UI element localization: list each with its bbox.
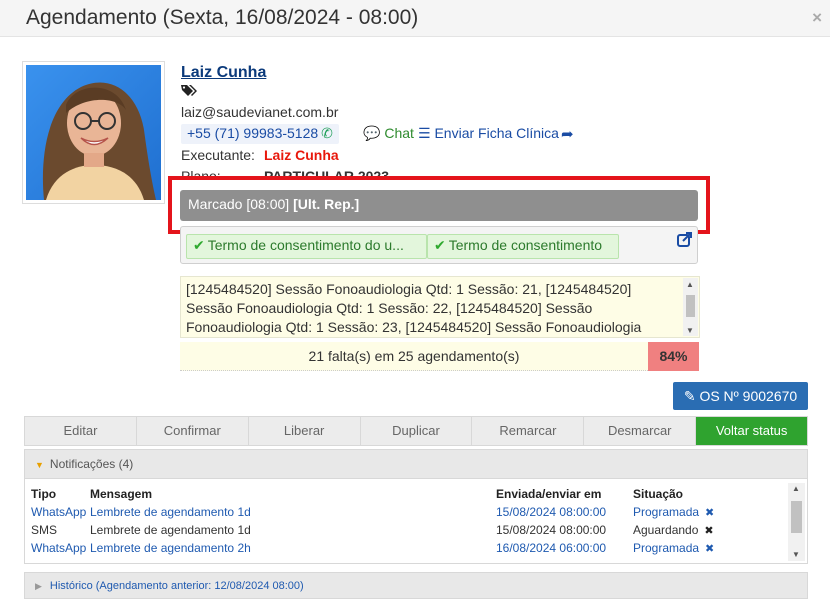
cell-tipo[interactable]: WhatsApp — [31, 541, 86, 555]
cancel-icon[interactable]: ✖ — [705, 543, 714, 555]
duplicar-button[interactable]: Duplicar — [361, 417, 473, 445]
confirmar-button[interactable]: Confirmar — [137, 417, 249, 445]
liberar-button[interactable]: Liberar — [249, 417, 361, 445]
cell-situacao: Programada ✖ — [633, 505, 714, 519]
sessions-textarea[interactable]: [1245484520] Sessão Fonoaudiologia Qtd: … — [180, 276, 700, 338]
table-row: WhatsApp Lembrete de agendamento 1d 15/0… — [25, 505, 787, 523]
notifications-panel: ▼ Notificações (4) Tipo Mensagem Enviada/… — [24, 449, 808, 564]
close-icon[interactable]: × — [812, 8, 822, 28]
check-icon: ✔ — [434, 237, 446, 253]
chat-link[interactable]: 💬 Chat — [363, 125, 414, 142]
situacao-text: Programada — [633, 541, 700, 555]
modal-header: Agendamento (Sexta, 16/08/2024 - 08:00) … — [0, 0, 830, 37]
term-button-1[interactable]: ✔ Termo de consentimento do u... — [186, 234, 427, 259]
col-tipo: Tipo — [31, 487, 57, 501]
cell-situacao: Programada ✖ — [633, 541, 714, 555]
term-button-2[interactable]: ✔ Termo de consentimento — [427, 234, 619, 259]
scroll-down-icon[interactable]: ▼ — [686, 326, 694, 335]
scroll-up-icon[interactable]: ▲ — [686, 280, 694, 289]
whatsapp-icon: ✆ — [321, 125, 333, 141]
desmarcar-button[interactable]: Desmarcar — [584, 417, 697, 445]
edit-icon: ✎ — [683, 388, 696, 404]
share-icon[interactable]: ➦ — [561, 125, 574, 143]
term-label-2: Termo de consentimento — [448, 237, 603, 253]
faltas-summary: 21 falta(s) em 25 agendamento(s) — [180, 342, 648, 371]
notifications-title: Notificações (4) — [49, 457, 134, 471]
cell-mensagem: Lembrete de agendamento 1d — [90, 523, 251, 537]
situacao-text: Aguardando — [633, 523, 699, 537]
os-button[interactable]: ✎ OS Nº 9002670 — [673, 382, 808, 410]
cancel-icon[interactable]: ✖ — [705, 507, 714, 519]
terms-box: ✔ Termo de consentimento do u... ✔ Termo d… — [180, 226, 698, 264]
cell-enviada: 15/08/2024 08:00:00 — [496, 523, 607, 537]
cancel-icon[interactable]: ✖ — [704, 525, 713, 537]
historico-label: Histórico (Agendamento anterior: 12/08/2… — [49, 580, 304, 592]
voltar-status-button[interactable]: Voltar status — [696, 417, 808, 445]
remarcar-button[interactable]: Remarcar — [472, 417, 585, 445]
cell-mensagem[interactable]: Lembrete de agendamento 2h — [90, 541, 251, 555]
check-icon: ✔ — [193, 237, 205, 253]
notifications-header[interactable]: ▼ Notificações (4) — [25, 450, 807, 479]
list-icon: ☰ — [418, 125, 431, 141]
historico-header[interactable]: ▶ Histórico (Agendamento anterior: 12/08/… — [24, 572, 808, 599]
scroll-up-icon[interactable]: ▲ — [792, 484, 800, 493]
cell-enviada: 16/08/2024 06:00:00 — [496, 541, 607, 555]
situacao-text: Programada — [633, 505, 700, 519]
col-mensagem: Mensagem — [90, 487, 153, 501]
editar-button[interactable]: Editar — [25, 417, 137, 445]
caret-down-icon: ▼ — [35, 460, 44, 470]
avatar-image — [26, 65, 161, 200]
external-link-icon[interactable] — [677, 232, 692, 247]
os-label: OS Nº 9002670 — [699, 388, 798, 404]
action-bar: Editar Confirmar Liberar Duplicar Remarc… — [24, 416, 808, 446]
cell-tipo: SMS — [31, 523, 58, 537]
table-row: WhatsApp Lembrete de agendamento 2h 16/0… — [25, 541, 787, 559]
tags-icon[interactable] — [181, 84, 198, 97]
cell-tipo[interactable]: WhatsApp — [31, 505, 86, 519]
faltas-percent-badge: 84% — [648, 342, 699, 371]
enviar-ficha-link[interactable]: ☰ Enviar Ficha Clínica — [418, 125, 559, 142]
table-row: SMS Lembrete de agendamento 1d 15/08/202… — [25, 523, 787, 541]
patient-name-link[interactable]: Laiz Cunha — [181, 64, 266, 82]
phone-number: +55 (71) 99983-5128 — [187, 125, 319, 141]
executante-label: Executante: — [181, 147, 255, 163]
chat-label: Chat — [384, 125, 414, 141]
sessions-text: [1245484520] Sessão Fonoaudiologia Qtd: … — [186, 281, 642, 335]
term-label-1: Termo de consentimento do u... — [207, 237, 404, 253]
patient-photo — [22, 61, 165, 204]
col-enviada: Enviada/enviar em — [496, 487, 602, 501]
cell-mensagem[interactable]: Lembrete de agendamento 1d — [90, 505, 251, 519]
cell-situacao: Aguardando ✖ — [633, 523, 714, 537]
scroll-down-icon[interactable]: ▼ — [792, 550, 800, 559]
ficha-label: Enviar Ficha Clínica — [434, 125, 559, 141]
phone-link[interactable]: +55 (71) 99983-5128 ✆ — [181, 124, 339, 144]
notifications-scrollbar[interactable]: ▲ ▼ — [788, 483, 805, 561]
caret-right-icon: ▶ — [35, 581, 42, 591]
cell-enviada: 15/08/2024 08:00:00 — [496, 505, 607, 519]
table-header-row: Tipo Mensagem Enviada/enviar em Situação — [25, 487, 787, 505]
patient-email: laiz@saudevianet.com.br — [181, 104, 339, 120]
scroll-thumb[interactable] — [791, 501, 802, 533]
sessions-scrollbar[interactable]: ▲ ▼ — [683, 278, 698, 336]
col-situacao: Situação — [633, 487, 684, 501]
chat-icon: 💬 — [363, 125, 381, 141]
scroll-thumb[interactable] — [686, 295, 695, 317]
executante-value: Laiz Cunha — [264, 147, 339, 163]
modal-title: Agendamento (Sexta, 16/08/2024 - 08:00) — [26, 6, 419, 29]
